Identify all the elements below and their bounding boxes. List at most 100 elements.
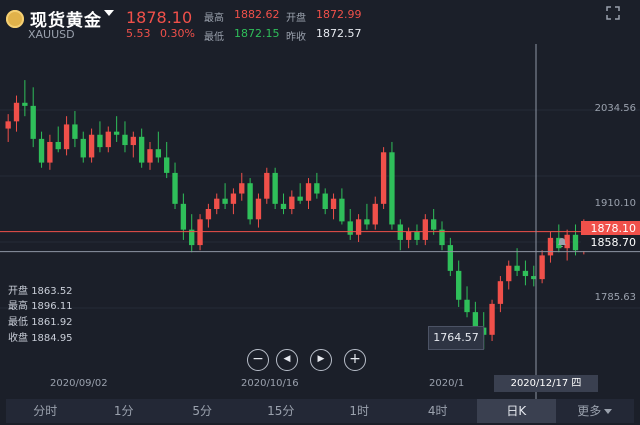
candle-body xyxy=(497,281,504,304)
instrument-symbol: XAUUSD xyxy=(28,28,75,41)
candle-body xyxy=(122,134,128,146)
candle-body xyxy=(456,270,462,300)
tab-4hour[interactable]: 4时 xyxy=(399,399,478,423)
x-tick-label: 2020/09/02 xyxy=(50,378,108,389)
ohlc-low: 最低 1861.92 xyxy=(8,317,73,328)
scroll-next-button[interactable]: ▶ xyxy=(310,349,332,371)
ohlc-open: 开盘 1863.52 xyxy=(8,286,73,297)
candle-body xyxy=(239,183,245,194)
low-value: 1872.15 xyxy=(234,27,280,40)
candle-body xyxy=(38,138,45,163)
y-tick-label: 2034.56 xyxy=(594,103,636,114)
timeframe-tabs: 分时 1分 5分 15分 1时 4时 日K 更多 xyxy=(6,399,634,423)
candle-body xyxy=(372,203,378,225)
tab-5min[interactable]: 5分 xyxy=(163,399,242,423)
candle-body xyxy=(247,183,253,220)
ohlc-high: 最高 1896.11 xyxy=(8,301,73,312)
dropdown-caret-icon[interactable] xyxy=(104,10,114,16)
high-label: 最高 xyxy=(204,13,224,24)
candle-body xyxy=(55,141,61,150)
chevron-down-icon xyxy=(604,409,613,414)
candle-body xyxy=(63,124,70,150)
candle-body xyxy=(172,172,178,204)
open-value: 1872.99 xyxy=(316,8,362,21)
candle-body xyxy=(422,219,428,240)
candle-body xyxy=(405,231,412,240)
candle-body xyxy=(205,209,212,220)
zoom-out-button[interactable]: − xyxy=(247,349,269,371)
price-alert-bell-icon[interactable] xyxy=(556,236,568,248)
candle-body xyxy=(105,131,111,148)
tab-1hour[interactable]: 1时 xyxy=(320,399,399,423)
candle-body xyxy=(339,198,345,222)
candle-body xyxy=(164,157,170,173)
candle-body xyxy=(380,152,387,204)
x-tick-label: 2020/10/16 xyxy=(241,378,299,389)
prev-close-label: 昨收 xyxy=(286,32,306,43)
candle-body xyxy=(5,121,11,129)
tab-daily[interactable]: 日K xyxy=(477,399,556,423)
candle-body xyxy=(506,265,512,282)
candle-body xyxy=(155,149,162,158)
x-tick-label: 2020/1 xyxy=(429,378,465,389)
candle-body xyxy=(197,219,203,246)
candle-body xyxy=(347,221,353,235)
candle-body xyxy=(297,196,303,201)
candle-body xyxy=(230,193,237,204)
candle-body xyxy=(130,136,136,146)
candle-body xyxy=(72,124,78,139)
candle-body xyxy=(330,198,337,209)
candle-body xyxy=(514,265,520,271)
candle-body xyxy=(430,219,437,230)
last-price: 1878.10 xyxy=(126,8,193,27)
candle-body xyxy=(447,245,454,271)
candle-body xyxy=(147,149,153,163)
candle-body xyxy=(13,102,20,122)
candle-body xyxy=(264,172,270,199)
candle-body xyxy=(322,193,328,209)
candle-body xyxy=(138,136,145,163)
candle-body xyxy=(80,138,86,158)
y-tick-label: 1910.10 xyxy=(594,198,636,209)
y-tick-label: 1785.63 xyxy=(594,292,636,303)
candlestick-chart[interactable] xyxy=(0,44,640,399)
scroll-prev-button[interactable]: ◀ xyxy=(276,349,298,371)
fullscreen-icon[interactable] xyxy=(606,6,620,20)
tab-15min[interactable]: 15分 xyxy=(242,399,321,423)
candle-body xyxy=(180,203,187,230)
candle-body xyxy=(255,198,262,220)
candle-body xyxy=(314,183,320,194)
candle-body xyxy=(113,131,120,135)
candle-body xyxy=(355,219,362,235)
candle-body xyxy=(280,203,287,209)
gold-logo-icon xyxy=(6,10,24,28)
crosshair-date-label: 2020/12/17 四 xyxy=(494,375,598,392)
tab-more[interactable]: 更多 xyxy=(556,399,635,423)
candle-body xyxy=(539,255,545,280)
cursor-price-tag: 1858.70 xyxy=(580,235,640,251)
candle-body xyxy=(414,231,420,240)
candle-body xyxy=(572,234,579,251)
price-change: 5.53 xyxy=(126,27,151,40)
candle-body xyxy=(547,237,554,256)
high-value: 1882.62 xyxy=(234,8,280,21)
candle-body xyxy=(47,141,53,163)
candle-body xyxy=(222,198,228,204)
quote-header: 现货黄金 XAUUSD 1878.10 5.53 0.30% 最高 1882.6… xyxy=(0,0,640,44)
candle-body xyxy=(289,196,295,209)
low-point-tooltip: 1764.57 xyxy=(428,326,484,350)
ohlc-close: 收盘 1884.95 xyxy=(8,333,73,344)
tab-1min[interactable]: 1分 xyxy=(85,399,164,423)
candle-body xyxy=(389,152,395,225)
zoom-in-button[interactable]: + xyxy=(344,349,366,371)
candle-body xyxy=(97,134,103,148)
candle-body xyxy=(88,134,95,158)
tab-intraday[interactable]: 分时 xyxy=(6,399,85,423)
prev-close-value: 1872.57 xyxy=(316,27,362,40)
open-label: 开盘 xyxy=(286,13,306,24)
candle-body xyxy=(30,105,36,139)
candle-body xyxy=(305,183,312,201)
candle-body xyxy=(464,299,470,313)
candle-body xyxy=(522,270,529,277)
candle-body xyxy=(272,172,278,204)
